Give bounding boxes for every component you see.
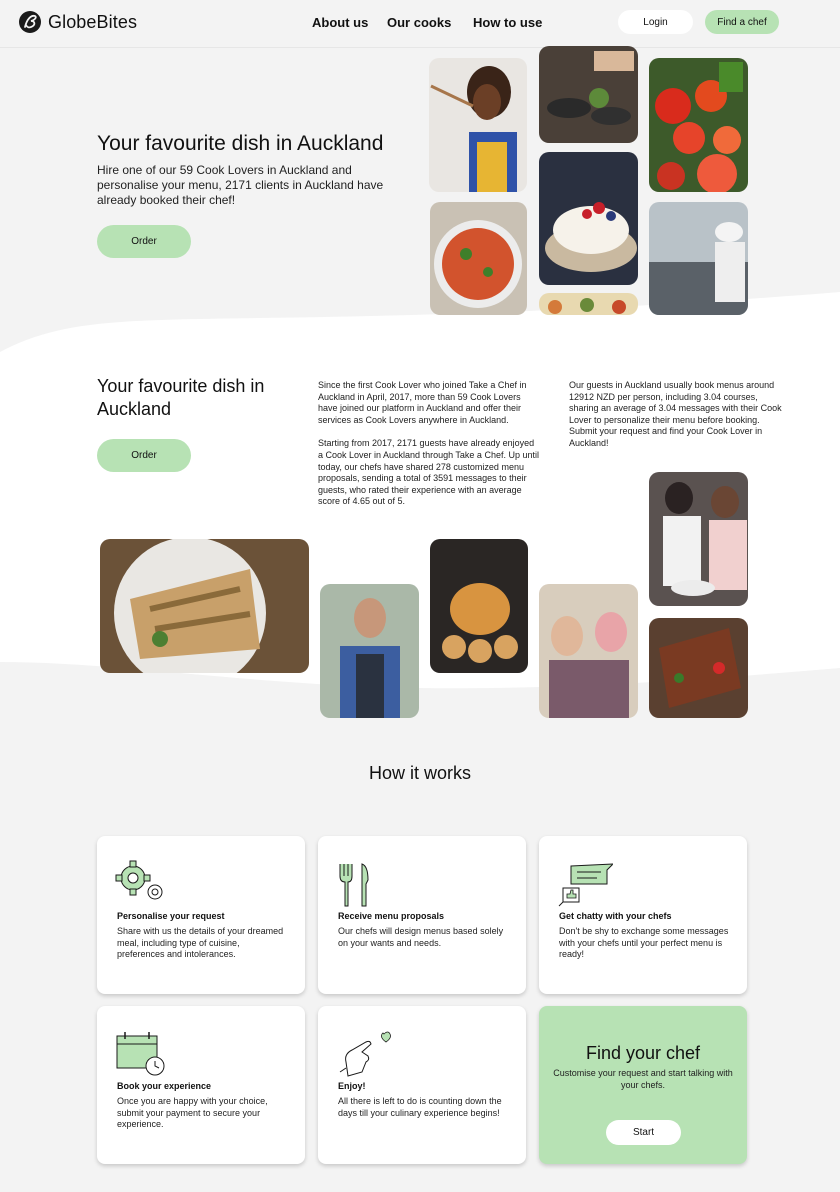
hero-title: Your favourite dish in Auckland: [97, 132, 384, 155]
about-order-button[interactable]: Order: [97, 439, 191, 472]
hero-subtitle: Hire one of our 59 Cook Lovers in Auckla…: [97, 163, 384, 207]
step-title: Enjoy!: [338, 1081, 366, 1091]
about-title: Your favourite dish in Auckland: [97, 376, 265, 419]
heart-hand-icon: [339, 1031, 391, 1077]
step-title: Receive menu proposals: [338, 911, 445, 921]
step-text: Our chefs will design menus based solely…: [338, 926, 504, 948]
photo-chef-portrait: [320, 584, 419, 718]
step-card-personalise: Personalise your request Share with us t…: [97, 836, 305, 994]
nav-how-to-use[interactable]: How to use: [473, 15, 542, 30]
how-it-works-title: How it works: [368, 763, 471, 783]
photo-chef-kitchen: [649, 202, 748, 315]
photo-chicken-plate: [100, 539, 309, 673]
photo-pastries: [430, 539, 528, 673]
about-paragraph-3: Our guests in Auckland usually book menu…: [569, 380, 782, 448]
photo-woman-tasting: [429, 58, 527, 192]
step-card-book: Book your experience Once you are happy …: [97, 1006, 305, 1164]
find-chef-title: Find your chef: [585, 1043, 701, 1063]
step-card-get-chatty: Get chatty with your chefs Don't be shy …: [539, 836, 747, 994]
about-column-1: Since the first Cook Lover who joined Ta…: [318, 380, 540, 508]
step-card-enjoy: Enjoy! All there is left to do is counti…: [318, 1006, 526, 1164]
logo-icon: [19, 11, 41, 33]
cutlery-icon: [339, 863, 369, 907]
step-title: Get chatty with your chefs: [559, 911, 672, 921]
start-button[interactable]: Start: [606, 1120, 681, 1145]
gears-icon: [115, 860, 163, 900]
find-your-chef-card: Find your chef Customise your request an…: [539, 1006, 747, 1164]
photo-chefs-plating: [649, 472, 748, 606]
photo-pasta-dish: [430, 202, 527, 315]
photo-chef-cooking-pans: [539, 46, 638, 143]
about-column-2: Our guests in Auckland usually book menu…: [569, 380, 783, 450]
photo-party-guests: [539, 584, 638, 718]
nav-our-cooks[interactable]: Our cooks: [387, 15, 451, 30]
top-nav: GlobeBites About us Our cooks How to use…: [0, 0, 840, 48]
photo-fruit-slices: [539, 293, 638, 315]
brand-logo[interactable]: GlobeBites: [18, 10, 137, 34]
find-chef-subtitle: Customise your request and start talking…: [553, 1068, 733, 1090]
photo-berry-cake: [539, 152, 638, 285]
nav-about-us[interactable]: About us: [312, 15, 368, 30]
hero-order-button[interactable]: Order: [97, 225, 191, 258]
step-title: Personalise your request: [117, 911, 225, 921]
step-text: Share with us the details of your dreame…: [117, 926, 284, 960]
photo-meat-board: [649, 618, 748, 718]
about-paragraph-1: Since the first Cook Lover who joined Ta…: [318, 380, 527, 425]
about-paragraph-2: Starting from 2017, 2171 guests have alr…: [318, 438, 539, 507]
chat-icon: [558, 863, 613, 907]
step-title: Book your experience: [117, 1081, 212, 1091]
step-text: Don't be shy to exchange some messages w…: [559, 926, 729, 960]
brand-name: GlobeBites: [48, 11, 138, 32]
calendar-icon: [116, 1032, 165, 1076]
step-text: All there is left to do is counting down…: [338, 1096, 502, 1118]
step-text: Once you are happy with your choice, sub…: [117, 1096, 268, 1130]
step-card-menu-proposals: Receive menu proposals Our chefs will de…: [318, 836, 526, 994]
photo-vegetables: [649, 58, 748, 192]
login-button[interactable]: Login: [618, 10, 693, 34]
find-a-chef-button[interactable]: Find a chef: [705, 10, 779, 34]
